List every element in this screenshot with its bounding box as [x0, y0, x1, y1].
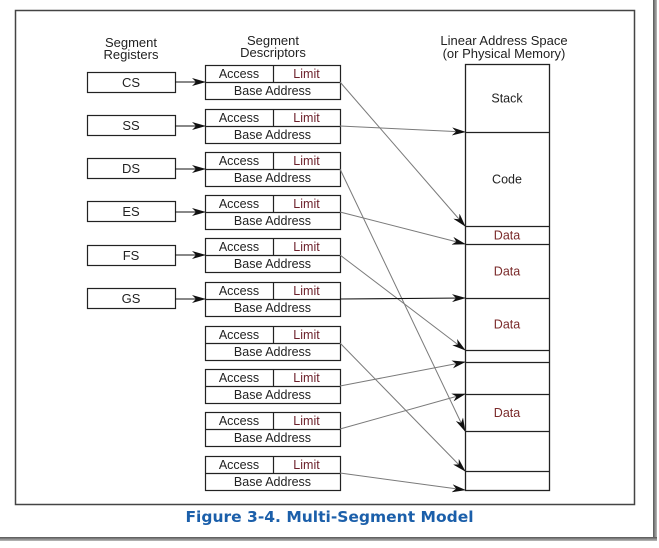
segment-descriptor: Access Limit Base Address	[204, 194, 342, 231]
segment-register-fs: FS	[86, 244, 206, 267]
descriptor-base-address-field: Base Address	[234, 214, 311, 228]
descriptor-to-memory-arrow	[339, 360, 466, 387]
segment-descriptor: Access Limit Base Address	[204, 368, 342, 405]
descriptor-to-memory-arrow	[339, 342, 466, 472]
descriptor-limit-field: Limit	[293, 458, 320, 472]
descriptor-limit-field: Limit	[293, 197, 320, 211]
segment-register-ds: DS	[86, 157, 206, 180]
descriptor-limit-field: Limit	[293, 240, 320, 254]
memory-segment-data: Data	[494, 265, 520, 279]
descriptor-limit-field: Limit	[293, 328, 320, 342]
descriptor-access-field: Access	[219, 154, 259, 168]
segment-descriptor: Access Limit Base Address	[204, 237, 342, 274]
descriptor-base-address-field: Base Address	[234, 301, 311, 315]
descriptor-memory-mappings	[339, 81, 466, 493]
descriptor-access-field: Access	[219, 414, 259, 428]
register-label: SS	[122, 118, 140, 133]
figure-caption: Figure 3-4. Multi-Segment Model	[185, 508, 474, 526]
descriptor-to-memory-arrow	[339, 294, 466, 303]
descriptor-limit-field: Limit	[293, 284, 320, 298]
segment-descriptor: Access Limit Base Address	[204, 325, 342, 362]
memory-segment-code: Code	[492, 173, 522, 187]
descriptor-to-memory-arrow	[339, 168, 466, 432]
page-shadow-bottom	[0, 537, 657, 541]
descriptor-limit-field: Limit	[293, 67, 320, 81]
multi-segment-diagram: Segment Registers Segment Descriptors Li…	[14, 9, 636, 506]
register-label: GS	[122, 291, 141, 306]
descriptor-limit-field: Limit	[293, 414, 320, 428]
memory-segment-stack: Stack	[491, 92, 523, 106]
descriptor-limit-field: Limit	[293, 111, 320, 125]
segment-register-cs: CS	[86, 71, 206, 94]
descriptor-base-address-field: Base Address	[234, 257, 311, 271]
descriptor-base-address-field: Base Address	[234, 431, 311, 445]
descriptor-base-address-field: Base Address	[234, 84, 311, 98]
segment-descriptor: Access Limit Base Address	[204, 411, 342, 448]
segment-descriptor: Access Limit Base Address	[204, 151, 342, 188]
segment-descriptor: Access Limit Base Address	[204, 64, 342, 101]
descriptor-access-field: Access	[219, 67, 259, 81]
register-label: DS	[122, 161, 140, 176]
descriptor-to-memory-arrow	[339, 393, 466, 430]
descriptor-to-memory-arrow	[339, 125, 466, 136]
register-label: ES	[122, 204, 140, 219]
segment-register-gs: GS	[86, 287, 206, 310]
descriptor-access-field: Access	[219, 197, 259, 211]
memory-segment-data: Data	[494, 318, 520, 332]
descriptor-base-address-field: Base Address	[234, 388, 311, 402]
descriptor-base-address-field: Base Address	[234, 128, 311, 142]
linear-address-space: Stack Code Data Data Data Data	[464, 63, 551, 492]
segment-descriptor: Access Limit Base Address	[204, 281, 342, 318]
descriptor-to-memory-arrow	[339, 211, 466, 245]
descriptor-access-field: Access	[219, 284, 259, 298]
descriptor-to-memory-arrow	[339, 472, 466, 493]
descriptor-access-field: Access	[219, 240, 259, 254]
segment-registers: CS SS DS ES FS GS	[86, 71, 206, 310]
descriptor-base-address-field: Base Address	[234, 475, 311, 489]
memory-header-line2: (or Physical Memory)	[443, 46, 566, 61]
descriptor-access-field: Access	[219, 328, 259, 342]
segment-register-ss: SS	[86, 114, 206, 137]
register-label: CS	[122, 75, 140, 90]
registers-header-line2: Registers	[104, 47, 159, 62]
descriptor-limit-field: Limit	[293, 154, 320, 168]
descriptor-access-field: Access	[219, 371, 259, 385]
figure-container: Segment Registers Segment Descriptors Li…	[0, 0, 659, 543]
descriptor-base-address-field: Base Address	[234, 345, 311, 359]
memory-segment-data: Data	[494, 406, 520, 420]
descriptor-access-field: Access	[219, 458, 259, 472]
descriptor-limit-field: Limit	[293, 371, 320, 385]
segment-descriptors: Access Limit Base Address Access Limit Base A…	[204, 64, 342, 492]
memory-segment-data: Data	[494, 229, 520, 243]
register-label: FS	[123, 248, 140, 263]
page-shadow-right	[653, 0, 657, 541]
segment-descriptor: Access Limit Base Address	[204, 455, 342, 492]
descriptor-base-address-field: Base Address	[234, 171, 311, 185]
segment-register-es: ES	[86, 200, 206, 223]
descriptor-to-memory-arrow	[339, 81, 466, 227]
descriptors-header-line2: Descriptors	[240, 45, 306, 60]
segment-descriptor: Access Limit Base Address	[204, 108, 342, 145]
descriptor-to-memory-arrow	[339, 254, 466, 351]
descriptor-access-field: Access	[219, 111, 259, 125]
